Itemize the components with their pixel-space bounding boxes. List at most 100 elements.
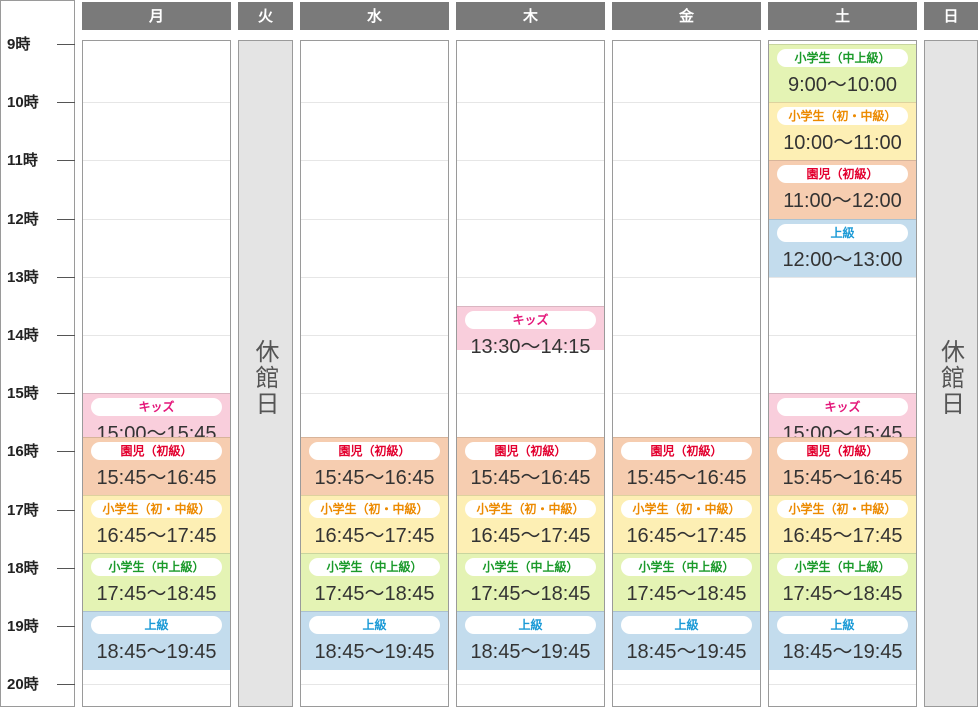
lesson-time: 15:45〜16:45 bbox=[96, 466, 217, 489]
hour-grid-line bbox=[613, 160, 760, 162]
hour-grid-line bbox=[457, 276, 604, 278]
lesson-block[interactable]: 園児（初級） 15:45〜16:45 bbox=[613, 436, 760, 496]
lesson-time: 18:45〜19:45 bbox=[782, 641, 903, 664]
lesson-block[interactable]: 小学生（中上級） 9:00〜10:00 bbox=[769, 44, 916, 103]
lesson-block[interactable]: 上級 18:45〜19:45 bbox=[613, 611, 760, 670]
lesson-time: 16:45〜17:45 bbox=[782, 525, 903, 548]
lesson-block[interactable]: 園児（初級） 11:00〜12:00 bbox=[769, 160, 916, 219]
hour-tick bbox=[57, 451, 75, 453]
hour-tick bbox=[57, 44, 75, 45]
lesson-category-label: 園児（初級） bbox=[465, 441, 596, 460]
lesson-block[interactable]: 園児（初級） 15:45〜16:45 bbox=[457, 436, 604, 496]
day-header-fri: 金 bbox=[612, 2, 761, 30]
hour-tick bbox=[57, 393, 75, 395]
hour-label: 18時 bbox=[7, 559, 39, 577]
hour-grid-line bbox=[613, 393, 760, 395]
hour-grid-line bbox=[83, 160, 230, 162]
lesson-category-label: 小学生（中上級） bbox=[309, 558, 440, 577]
lesson-category-label: 上級 bbox=[465, 616, 596, 635]
hour-tick bbox=[57, 276, 75, 278]
day-column-wed: 園児（初級） 15:45〜16:45 小学生（初・中級） 16:45〜17:45 小学生… bbox=[300, 40, 449, 707]
lesson-category-label: 小学生（中上級） bbox=[777, 558, 908, 577]
weekly-timetable: 9時 10時 11時 12時 13時 14時 15時 16時 17時 18時 19時 20時 月キッズ… bbox=[0, 0, 980, 709]
day-column-mon: キッズ 15:00〜15:45 園児（初級） 15:45〜16:45 小学生（初・中級）… bbox=[82, 40, 231, 707]
lesson-category-label: キッズ bbox=[91, 398, 222, 417]
lesson-time: 18:45〜19:45 bbox=[96, 641, 217, 664]
closed-day-label: 休館日 bbox=[251, 339, 279, 417]
lesson-block[interactable]: キッズ 15:00〜15:45 bbox=[83, 393, 230, 445]
lesson-block[interactable]: 小学生（初・中級） 16:45〜17:45 bbox=[613, 495, 760, 554]
hour-label: 10時 bbox=[7, 94, 39, 112]
hour-grid-line bbox=[613, 276, 760, 278]
hour-label: 9時 bbox=[7, 36, 31, 53]
day-column-thu: キッズ 13:30〜14:15 園児（初級） 15:45〜16:45 小学生（初・中級）… bbox=[456, 40, 605, 707]
lesson-block[interactable]: 小学生（初・中級） 16:45〜17:45 bbox=[301, 495, 448, 554]
time-axis: 9時 10時 11時 12時 13時 14時 15時 16時 17時 18時 19時 20時 bbox=[0, 0, 75, 707]
lesson-category-label: 小学生（初・中級） bbox=[91, 500, 222, 519]
lesson-block[interactable]: 上級 18:45〜19:45 bbox=[83, 611, 230, 670]
lesson-block[interactable]: 小学生（中上級） 17:45〜18:45 bbox=[301, 553, 448, 612]
lesson-category-label: 小学生（初・中級） bbox=[777, 500, 908, 519]
day-column-fri: 園児（初級） 15:45〜16:45 小学生（初・中級） 16:45〜17:45 小学生… bbox=[612, 40, 761, 707]
hour-tick bbox=[57, 160, 75, 162]
hour-grid-line bbox=[613, 102, 760, 104]
hour-tick bbox=[57, 626, 75, 627]
lesson-category-label: 園児（初級） bbox=[621, 441, 752, 460]
lesson-block[interactable]: 小学生（初・中級） 16:45〜17:45 bbox=[83, 495, 230, 554]
lesson-block[interactable]: キッズ 13:30〜14:15 bbox=[457, 305, 604, 358]
hour-grid-line bbox=[83, 684, 230, 686]
hour-tick bbox=[57, 509, 75, 511]
lesson-block[interactable]: 小学生（初・中級） 16:45〜17:45 bbox=[457, 495, 604, 554]
hour-grid-line bbox=[457, 102, 604, 104]
lesson-block[interactable]: 小学生（中上級） 17:45〜18:45 bbox=[83, 553, 230, 612]
hour-label: 19時 bbox=[7, 618, 39, 635]
lesson-block[interactable]: 園児（初級） 15:45〜16:45 bbox=[83, 436, 230, 496]
lesson-block[interactable]: 園児（初級） 15:45〜16:45 bbox=[769, 436, 916, 496]
lesson-category-label: 上級 bbox=[777, 616, 908, 635]
closed-day-label: 休館日 bbox=[936, 339, 965, 417]
hour-tick bbox=[57, 567, 75, 569]
hour-grid-line bbox=[769, 276, 916, 278]
day-header-sun: 日 bbox=[924, 2, 978, 30]
lesson-block[interactable]: 小学生（中上級） 17:45〜18:45 bbox=[457, 553, 604, 612]
lesson-category-label: キッズ bbox=[465, 310, 596, 329]
lesson-time: 18:45〜19:45 bbox=[626, 641, 747, 664]
hour-grid-line bbox=[769, 335, 916, 336]
lesson-time: 9:00〜10:00 bbox=[788, 74, 897, 96]
lesson-block[interactable]: 園児（初級） 15:45〜16:45 bbox=[301, 436, 448, 496]
lesson-block[interactable]: 上級 18:45〜19:45 bbox=[457, 611, 604, 670]
hour-grid-line bbox=[83, 102, 230, 104]
lesson-time: 15:45〜16:45 bbox=[470, 466, 591, 489]
hour-tick bbox=[57, 102, 75, 104]
lesson-block[interactable]: 小学生（初・中級） 10:00〜11:00 bbox=[769, 102, 916, 161]
hour-grid-line bbox=[83, 276, 230, 278]
hour-label: 17時 bbox=[7, 501, 39, 519]
lesson-block[interactable]: 上級 18:45〜19:45 bbox=[301, 611, 448, 670]
lesson-block[interactable]: 上級 18:45〜19:45 bbox=[769, 611, 916, 670]
lesson-time: 16:45〜17:45 bbox=[96, 525, 217, 548]
lesson-category-label: 上級 bbox=[309, 616, 440, 635]
hour-label: 14時 bbox=[7, 327, 39, 344]
lesson-block[interactable]: 小学生（中上級） 17:45〜18:45 bbox=[613, 553, 760, 612]
lesson-category-label: 小学生（中上級） bbox=[621, 558, 752, 577]
hour-grid-line bbox=[769, 684, 916, 686]
lesson-block[interactable]: 上級 12:00〜13:00 bbox=[769, 218, 916, 277]
lesson-time: 15:45〜16:45 bbox=[782, 466, 903, 489]
lesson-category-label: 小学生（中上級） bbox=[465, 558, 596, 577]
lesson-time: 15:45〜16:45 bbox=[314, 466, 435, 489]
hour-grid-line bbox=[613, 335, 760, 336]
hour-label: 13時 bbox=[7, 268, 39, 286]
lesson-category-label: 上級 bbox=[621, 616, 752, 635]
day-header-thu: 木 bbox=[456, 2, 605, 30]
lesson-block[interactable]: 小学生（初・中級） 16:45〜17:45 bbox=[769, 495, 916, 554]
lesson-category-label: 上級 bbox=[777, 223, 908, 242]
lesson-time: 17:45〜18:45 bbox=[782, 583, 903, 606]
lesson-time: 17:45〜18:45 bbox=[96, 583, 217, 606]
lesson-category-label: 上級 bbox=[91, 616, 222, 635]
lesson-category-label: 園児（初級） bbox=[777, 165, 908, 184]
hour-grid-line bbox=[457, 160, 604, 162]
lesson-block[interactable]: 小学生（中上級） 17:45〜18:45 bbox=[769, 553, 916, 612]
lesson-category-label: キッズ bbox=[777, 398, 908, 417]
lesson-time: 16:45〜17:45 bbox=[470, 525, 591, 548]
lesson-block[interactable]: キッズ 15:00〜15:45 bbox=[769, 393, 916, 445]
